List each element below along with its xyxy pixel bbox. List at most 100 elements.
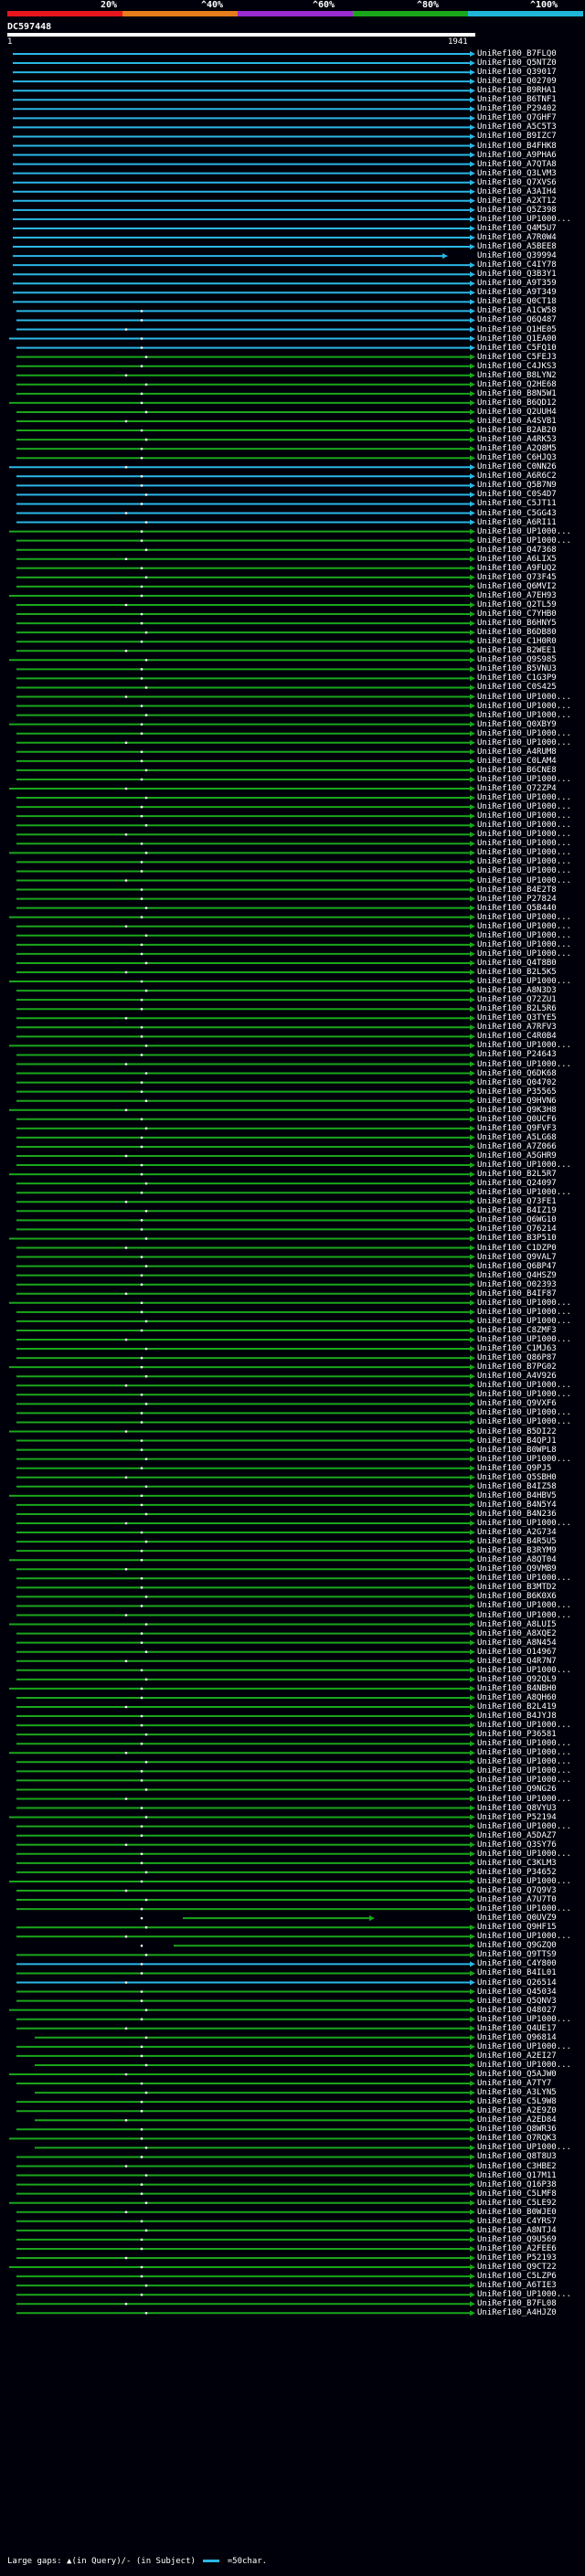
hit-label[interactable]: UniRef100_Q4T8B0: [477, 959, 557, 968]
hit-label[interactable]: UniRef100_UP1000...: [477, 1317, 571, 1326]
hit-label[interactable]: UniRef100_UP1000...: [477, 215, 571, 224]
hit-label[interactable]: UniRef100_Q16P38: [477, 2180, 557, 2189]
hit-label[interactable]: UniRef100_Q9FVF3: [477, 1124, 557, 1133]
hit-label[interactable]: UniRef100_Q45034: [477, 1988, 557, 1997]
hit-label[interactable]: UniRef100_B5VNU3: [477, 664, 557, 673]
hit-label[interactable]: UniRef100_B2L5R7: [477, 1170, 557, 1179]
hit-label[interactable]: UniRef100_B3P510: [477, 1234, 557, 1243]
hit-label[interactable]: UniRef100_B0WPL8: [477, 1446, 557, 1455]
hit-label[interactable]: UniRef100_UP1000...: [477, 830, 571, 839]
hit-label[interactable]: UniRef100_B2L5K5: [477, 968, 557, 977]
hit-label[interactable]: UniRef100_UP1000...: [477, 729, 571, 738]
hit-label[interactable]: UniRef100_Q6BP47: [477, 1262, 557, 1271]
hit-label[interactable]: UniRef100_UP1000...: [477, 931, 571, 940]
hit-label[interactable]: UniRef100_C4R0B4: [477, 1032, 557, 1041]
hit-label[interactable]: UniRef100_UP1000...: [477, 536, 571, 546]
hit-label[interactable]: UniRef100_Q17M11: [477, 2171, 557, 2180]
hit-label[interactable]: UniRef100_Q5AJW0: [477, 2070, 557, 2079]
hit-label[interactable]: UniRef100_UP1000...: [477, 1877, 571, 1886]
hit-label[interactable]: UniRef100_UP1000...: [477, 1060, 571, 1069]
hit-label[interactable]: UniRef100_P24643: [477, 1050, 557, 1059]
hit-label[interactable]: UniRef100_UP1000...: [477, 738, 571, 747]
hit-label[interactable]: UniRef100_Q5Z398: [477, 206, 557, 215]
hit-label[interactable]: UniRef100_C5LZP6: [477, 2272, 557, 2281]
hit-label[interactable]: UniRef100_P35565: [477, 1087, 557, 1097]
hit-label[interactable]: UniRef100_C0S4D7: [477, 490, 557, 499]
hit-label[interactable]: UniRef100_Q8T8U3: [477, 2152, 557, 2161]
hit-label[interactable]: UniRef100_A8N454: [477, 1638, 557, 1648]
hit-label[interactable]: UniRef100_A2ED84: [477, 2115, 557, 2125]
hit-label[interactable]: UniRef100_C5GG43: [477, 509, 557, 518]
hit-label[interactable]: UniRef100_A7R0W4: [477, 233, 557, 242]
hit-label[interactable]: UniRef100_B8N5W1: [477, 389, 557, 398]
hit-label[interactable]: UniRef100_UP1000...: [477, 1822, 571, 1831]
hit-label[interactable]: UniRef100_UP1000...: [477, 1757, 571, 1766]
hit-label[interactable]: UniRef100_C4IY78: [477, 260, 557, 270]
hit-label[interactable]: UniRef100_Q9U569: [477, 2235, 557, 2244]
hit-label[interactable]: UniRef100_UP1000...: [477, 1739, 571, 1748]
hit-label[interactable]: UniRef100_C1G3P9: [477, 673, 557, 683]
hit-label[interactable]: UniRef100_B9RHA1: [477, 86, 557, 95]
hit-label[interactable]: UniRef100_UP1000...: [477, 793, 571, 802]
hit-label[interactable]: UniRef100_Q5B440: [477, 904, 557, 913]
hit-label[interactable]: UniRef100_UP1000...: [477, 839, 571, 848]
hit-label[interactable]: UniRef100_B0WJE0: [477, 2208, 557, 2217]
hit-label[interactable]: UniRef100_UP1000...: [477, 1766, 571, 1776]
hit-label[interactable]: UniRef100_UP1000...: [477, 1574, 571, 1583]
hit-label[interactable]: UniRef100_UP1000...: [477, 775, 571, 784]
hit-label[interactable]: UniRef100_A6R6C2: [477, 472, 557, 481]
hit-label[interactable]: UniRef100_Q2TL59: [477, 600, 557, 610]
hit-label[interactable]: UniRef100_Q7Q9V3: [477, 1886, 557, 1895]
hit-label[interactable]: UniRef100_B7FL08: [477, 2299, 557, 2308]
hit-label[interactable]: UniRef100_A8LUI5: [477, 1620, 557, 1629]
hit-label[interactable]: UniRef100_A6TIE3: [477, 2281, 557, 2290]
hit-label[interactable]: UniRef100_UP1000...: [477, 1455, 571, 1464]
hit-label[interactable]: UniRef100_UP1000...: [477, 1932, 571, 1941]
hit-label[interactable]: UniRef100_C0NN26: [477, 462, 557, 472]
hit-label[interactable]: UniRef100_C5LMF8: [477, 2189, 557, 2199]
hit-label[interactable]: UniRef100_B4N5Y4: [477, 1500, 557, 1510]
hit-label[interactable]: UniRef100_Q3SY76: [477, 1840, 557, 1850]
hit-label[interactable]: UniRef100_B4IZ58: [477, 1482, 557, 1491]
hit-label[interactable]: UniRef100_Q8WR36: [477, 2125, 557, 2134]
hit-label[interactable]: UniRef100_UP1000...: [477, 1666, 571, 1675]
hit-label[interactable]: UniRef100_A7U7T0: [477, 1895, 557, 1904]
hit-label[interactable]: UniRef100_A9T349: [477, 288, 557, 297]
hit-label[interactable]: UniRef100_Q9PJ5: [477, 1464, 551, 1473]
hit-label[interactable]: UniRef100_A5BEE8: [477, 242, 557, 251]
hit-label[interactable]: UniRef100_Q3B3Y1: [477, 270, 557, 279]
hit-label[interactable]: UniRef100_C5FQ10: [477, 344, 557, 353]
hit-label[interactable]: UniRef100_B4JYJ8: [477, 1712, 557, 1721]
hit-label[interactable]: UniRef100_Q9HVN6: [477, 1097, 557, 1106]
hit-label[interactable]: UniRef100_A1CW58: [477, 306, 557, 315]
hit-label[interactable]: UniRef100_C0S425: [477, 683, 557, 692]
hit-label[interactable]: UniRef100_Q24097: [477, 1179, 557, 1188]
hit-label[interactable]: UniRef100_A4SVB1: [477, 417, 557, 426]
hit-label[interactable]: UniRef100_UP1000...: [477, 1390, 571, 1399]
hit-label[interactable]: UniRef100_Q9NG26: [477, 1785, 557, 1794]
hit-label[interactable]: UniRef100_C1DZP0: [477, 1244, 557, 1253]
hit-label[interactable]: UniRef100_B4HBV5: [477, 1491, 557, 1500]
hit-label[interactable]: UniRef100_UP1000...: [477, 1519, 571, 1528]
hit-label[interactable]: UniRef100_B4IF87: [477, 1289, 557, 1299]
hit-label[interactable]: UniRef100_C8ZMF3: [477, 1326, 557, 1335]
hit-label[interactable]: UniRef100_Q6Q487: [477, 315, 557, 324]
hit-label[interactable]: UniRef100_UP1000...: [477, 2290, 571, 2299]
hit-label[interactable]: UniRef100_Q9GZQ0: [477, 1941, 557, 1950]
hit-label[interactable]: UniRef100_UP1000...: [477, 1601, 571, 1610]
hit-label[interactable]: UniRef100_P29402: [477, 104, 557, 113]
hit-label[interactable]: UniRef100_A4RUM8: [477, 747, 557, 757]
hit-label[interactable]: UniRef100_Q8VYU3: [477, 1804, 557, 1813]
hit-label[interactable]: UniRef100_B7FLQ0: [477, 49, 557, 58]
hit-label[interactable]: UniRef100_C3HBE2: [477, 2162, 557, 2171]
hit-label[interactable]: UniRef100_Q5B7N9: [477, 481, 557, 490]
hit-label[interactable]: UniRef100_P36581: [477, 1730, 557, 1739]
hit-label[interactable]: UniRef100_UP1000...: [477, 1721, 571, 1730]
hit-label[interactable]: UniRef100_A7TY7: [477, 2079, 551, 2088]
hit-label[interactable]: UniRef100_A8N3D3: [477, 986, 557, 995]
hit-label[interactable]: UniRef100_P52194: [477, 1813, 557, 1822]
hit-label[interactable]: UniRef100_Q5SBH0: [477, 1473, 557, 1482]
hit-label[interactable]: UniRef100_B6QD12: [477, 398, 557, 408]
hit-label[interactable]: UniRef100_A5C5T3: [477, 122, 557, 132]
hit-label[interactable]: UniRef100_P34652: [477, 1868, 557, 1877]
